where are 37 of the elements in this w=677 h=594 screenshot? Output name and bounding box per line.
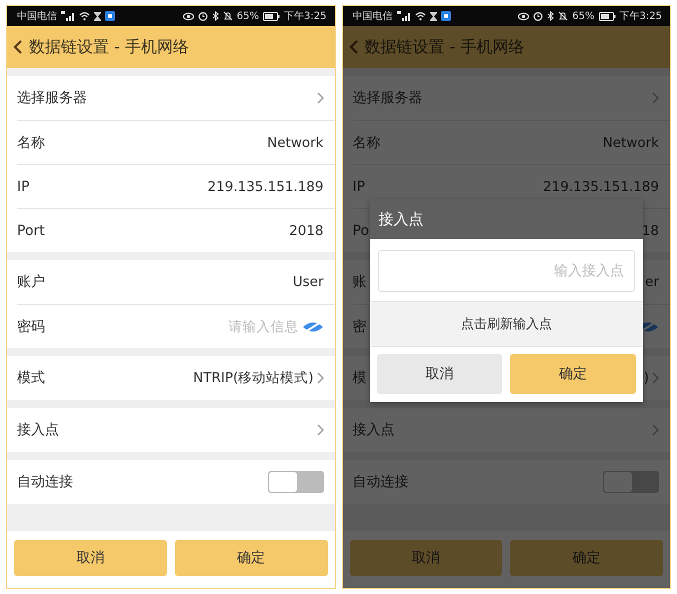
setting-value: 219.135.151.189 [543, 178, 659, 194]
setting-value: 2018 [289, 222, 324, 238]
setting-value: Network [267, 134, 324, 150]
setting-value: 219.135.151.189 [208, 178, 324, 194]
setting-value: NTRIP(移动站模式) [193, 369, 314, 387]
page-title: 数据链设置 - 手机网络 [29, 36, 189, 58]
setting-value: 18 [642, 222, 659, 238]
setting-label: 名称 [352, 134, 380, 152]
carrier-name: 中国电信 [17, 10, 57, 23]
setting-label: 接入点 [352, 421, 394, 439]
setting-value: User [292, 274, 324, 290]
setting-label: 密码 [17, 318, 45, 336]
setting-label: 密 [352, 318, 366, 336]
dialog-title: 接入点 [378, 210, 424, 228]
setting-label: 选择服务器 [17, 89, 87, 107]
setting-label: 账 [352, 273, 366, 291]
setting-label: Po [352, 222, 370, 238]
setting-label: 模 [352, 369, 366, 387]
clock-time: 下午3:25 [284, 10, 326, 23]
setting-value: er [645, 274, 659, 290]
setting-label: Port [17, 222, 45, 238]
setting-label: 选择服务器 [352, 89, 422, 107]
setting-value: Network [602, 134, 659, 150]
setting-label: 自动连接 [17, 473, 73, 491]
setting-label: 模式 [17, 369, 45, 387]
carrier-name: 中国电信 [352, 10, 392, 23]
setting-value: ) [644, 370, 649, 386]
battery-level: 65% [236, 10, 260, 22]
setting-label: 名称 [17, 134, 45, 152]
battery-level: 65% [572, 10, 595, 22]
clock-time: 下午3:25 [620, 10, 662, 23]
page-title: 数据链设置 - 手机网络 [364, 36, 524, 58]
setting-label: IP [352, 178, 366, 194]
setting-label: IP [17, 178, 30, 194]
setting-label: 账户 [17, 273, 45, 291]
setting-label: 接入点 [17, 421, 59, 439]
setting-label: 自动连接 [352, 473, 408, 491]
